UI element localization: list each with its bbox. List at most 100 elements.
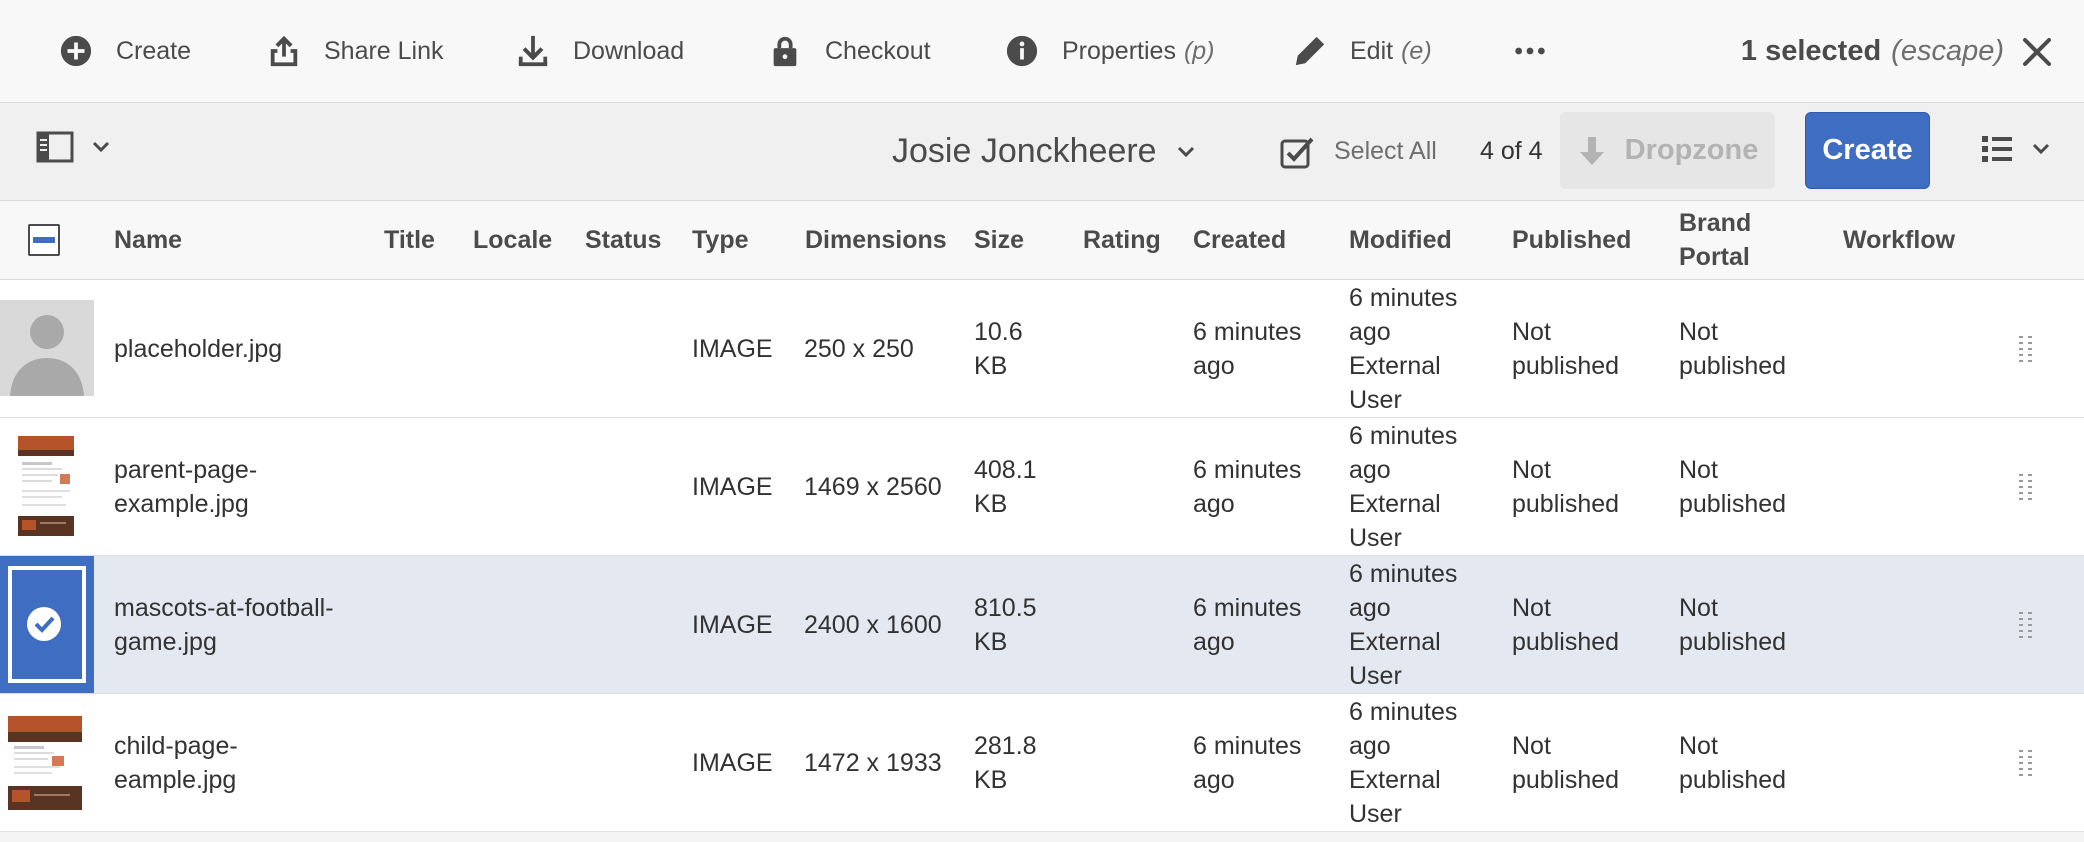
cell-modified-line3: External bbox=[1349, 351, 1441, 380]
cell-created-line1: 6 minutes bbox=[1193, 317, 1302, 346]
download-action-label: Download bbox=[573, 36, 685, 65]
drag-handle-icon bbox=[2019, 474, 2032, 500]
cell-brand-portal: Not published bbox=[1679, 280, 1786, 417]
cell-modified-line4: User bbox=[1349, 523, 1402, 552]
list-view-icon bbox=[1982, 136, 2012, 162]
column-rating[interactable]: Rating bbox=[1083, 201, 1161, 279]
item-count: 4 of 4 bbox=[1480, 137, 1543, 165]
download-action[interactable]: Download bbox=[513, 0, 684, 102]
column-type[interactable]: Type bbox=[692, 201, 749, 279]
close-selection-button[interactable] bbox=[2018, 33, 2056, 71]
cell-modified-line4: User bbox=[1349, 385, 1402, 414]
column-dimensions[interactable]: Dimensions bbox=[805, 201, 947, 279]
cell-modified-line1: 6 minutes bbox=[1349, 421, 1458, 450]
page-screenshot-thumbnail bbox=[0, 418, 94, 555]
column-modified[interactable]: Modified bbox=[1349, 201, 1452, 279]
cell-published: Not published bbox=[1512, 280, 1619, 417]
cell-brand-line1: Not bbox=[1679, 731, 1718, 760]
selected-thumbnail[interactable] bbox=[0, 556, 94, 693]
cell-created-line2: ago bbox=[1193, 627, 1235, 656]
download-arrow-icon bbox=[1579, 136, 1604, 165]
cell-modified-line1: 6 minutes bbox=[1349, 697, 1458, 726]
cell-modified: 6 minutes ago External User bbox=[1349, 694, 1457, 831]
cell-dimensions: 1469 x 2560 bbox=[804, 472, 942, 501]
cell-published-line1: Not bbox=[1512, 593, 1551, 622]
cell-brand-portal: Not published bbox=[1679, 694, 1786, 831]
cell-modified-line2: ago bbox=[1349, 317, 1391, 346]
asset-thumbnail[interactable] bbox=[0, 280, 94, 417]
selection-action-bar: Create Share Link Download Checkout Prop… bbox=[0, 0, 2084, 103]
column-title[interactable]: Title bbox=[384, 201, 435, 279]
cell-created-line2: ago bbox=[1193, 765, 1235, 794]
drag-handle[interactable] bbox=[2016, 748, 2036, 778]
checkout-action[interactable]: Checkout bbox=[765, 0, 931, 102]
cell-published-line2: published bbox=[1512, 351, 1620, 380]
cell-modified-line1: 6 minutes bbox=[1349, 283, 1458, 312]
cell-size: 408.1 KB bbox=[974, 418, 1037, 555]
column-created[interactable]: Created bbox=[1193, 201, 1286, 279]
create-action[interactable]: Create bbox=[56, 0, 191, 102]
column-name[interactable]: Name bbox=[114, 201, 182, 279]
cell-brand-line1: Not bbox=[1679, 455, 1718, 484]
column-published[interactable]: Published bbox=[1512, 201, 1631, 279]
download-icon bbox=[513, 31, 553, 71]
rail-toggle-button[interactable] bbox=[36, 131, 110, 163]
cell-modified: 6 minutes ago External User bbox=[1349, 418, 1457, 555]
cell-published-line2: published bbox=[1512, 765, 1620, 794]
edit-action[interactable]: Edit (e) bbox=[1290, 0, 1432, 102]
dropzone-label: Dropzone bbox=[1624, 134, 1759, 166]
checkbox-checked-icon bbox=[1280, 137, 1314, 168]
owner-breadcrumb[interactable]: Josie Jonckheere bbox=[892, 103, 1195, 200]
dropzone-button[interactable]: Dropzone bbox=[1560, 112, 1775, 189]
cell-created-line2: ago bbox=[1193, 489, 1235, 518]
column-workflow[interactable]: Workflow bbox=[1843, 201, 1955, 279]
column-size[interactable]: Size bbox=[974, 201, 1024, 279]
drag-handle[interactable] bbox=[2016, 472, 2036, 502]
cell-name-line2: example.jpg bbox=[114, 489, 249, 518]
cell-created-line2: ago bbox=[1193, 351, 1235, 380]
cell-published: Not published bbox=[1512, 556, 1619, 693]
properties-shortcut-hint: (p) bbox=[1183, 36, 1215, 65]
column-status[interactable]: Status bbox=[585, 201, 661, 279]
more-actions-button[interactable] bbox=[1510, 0, 1550, 102]
drag-handle[interactable] bbox=[2016, 334, 2036, 364]
asset-list-table: Name Title Locale Status Type Dimensions… bbox=[0, 201, 2084, 832]
table-row[interactable]: placeholder.jpg IMAGE 250 x 250 10.6 KB … bbox=[0, 280, 2084, 418]
cell-name: mascots-at-football- game.jpg bbox=[114, 556, 334, 693]
table-row[interactable]: child-page- eample.jpg IMAGE 1472 x 1933… bbox=[0, 694, 2084, 832]
asset-thumbnail[interactable] bbox=[0, 418, 94, 555]
cell-brand-portal: Not published bbox=[1679, 556, 1786, 693]
cell-modified-line2: ago bbox=[1349, 593, 1391, 622]
add-circle-icon bbox=[56, 31, 96, 71]
cell-created-line1: 6 minutes bbox=[1193, 593, 1302, 622]
select-all-button[interactable]: Select All bbox=[1280, 103, 1437, 200]
cell-modified-line3: External bbox=[1349, 489, 1441, 518]
selection-count: 1 selected (escape) bbox=[1741, 0, 2004, 102]
cell-modified-line1: 6 minutes bbox=[1349, 559, 1458, 588]
info-icon bbox=[1002, 31, 1042, 71]
drag-handle-icon bbox=[2019, 336, 2032, 362]
drag-handle-icon bbox=[2019, 750, 2032, 776]
pencil-icon bbox=[1290, 31, 1330, 71]
table-row-selected[interactable]: mascots-at-football- game.jpg IMAGE 2400… bbox=[0, 556, 2084, 694]
cell-brand-line1: Not bbox=[1679, 593, 1718, 622]
cell-size-value: 408.1 bbox=[974, 455, 1037, 484]
cell-modified-line2: ago bbox=[1349, 731, 1391, 760]
cell-dimensions: 250 x 250 bbox=[804, 334, 914, 363]
cell-brand-portal: Not published bbox=[1679, 418, 1786, 555]
select-all-checkbox[interactable] bbox=[28, 224, 60, 256]
column-brand-portal[interactable]: Brand Portal bbox=[1679, 201, 1751, 279]
escape-shortcut-hint: (escape) bbox=[1891, 34, 2004, 67]
cell-name: parent-page- example.jpg bbox=[114, 418, 257, 555]
view-switcher[interactable] bbox=[1980, 132, 2050, 166]
create-button[interactable]: Create bbox=[1805, 112, 1930, 189]
asset-thumbnail[interactable] bbox=[0, 694, 94, 831]
drag-handle[interactable] bbox=[2016, 610, 2036, 640]
share-link-action[interactable]: Share Link bbox=[264, 0, 444, 102]
table-row[interactable]: parent-page- example.jpg IMAGE 1469 x 25… bbox=[0, 418, 2084, 556]
edit-shortcut-hint: (e) bbox=[1401, 36, 1432, 65]
properties-action[interactable]: Properties (p) bbox=[1002, 0, 1215, 102]
column-locale[interactable]: Locale bbox=[473, 201, 552, 279]
cell-size: 810.5 KB bbox=[974, 556, 1037, 693]
cell-name-line1: child-page- bbox=[114, 731, 238, 760]
